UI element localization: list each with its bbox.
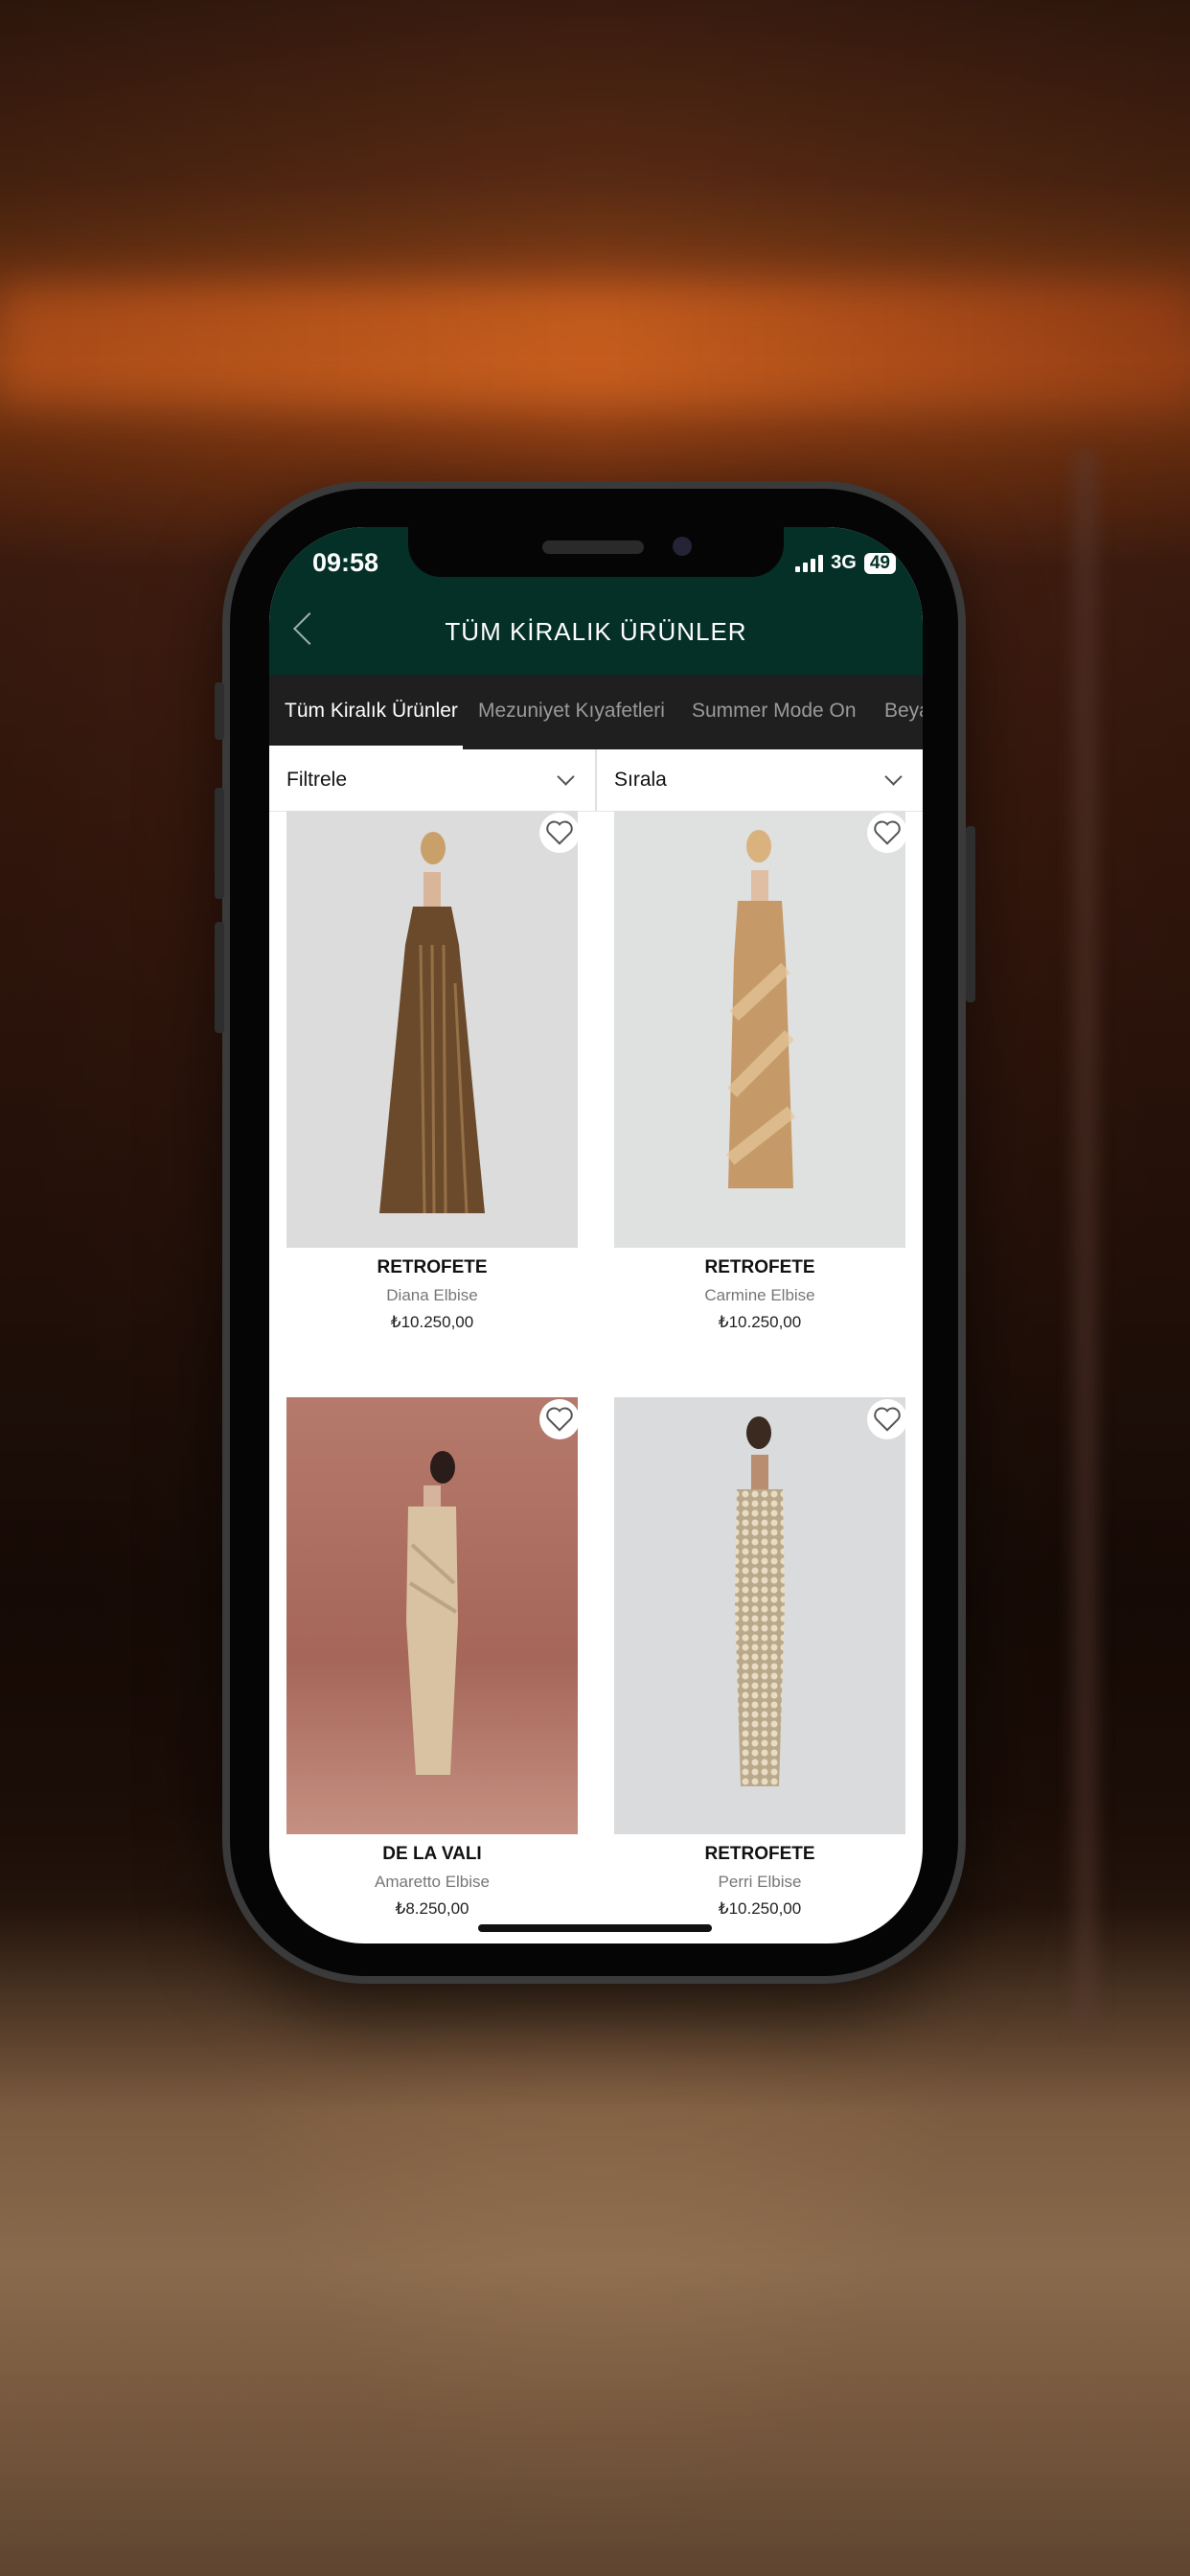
- product-price: ₺10.250,00: [718, 1313, 802, 1331]
- favorite-button[interactable]: [539, 1399, 578, 1439]
- product-card[interactable]: RETROFETE Perri Elbise ₺10.250,00: [614, 1397, 905, 1919]
- product-price: ₺10.250,00: [718, 1899, 802, 1918]
- product-image[interactable]: [614, 811, 905, 1248]
- page-title: TÜM KİRALIK ÜRÜNLER: [445, 617, 747, 646]
- product-image[interactable]: [286, 1397, 578, 1834]
- phone-volume-down: [215, 922, 224, 1033]
- favorite-button[interactable]: [867, 813, 905, 853]
- product-image[interactable]: [614, 1397, 905, 1834]
- notch: [408, 527, 784, 577]
- sort-label: Sırala: [614, 769, 667, 791]
- product-name: Diana Elbise: [386, 1286, 478, 1304]
- background-plank-line: [1073, 450, 1098, 2032]
- product-brand: DE LA VALI: [382, 1844, 482, 1864]
- heart-outline-icon: [874, 1407, 901, 1432]
- heart-outline-icon: [546, 1407, 573, 1432]
- product-brand: RETROFETE: [377, 1257, 488, 1277]
- product-card[interactable]: RETROFETE Carmine Elbise ₺10.250,00: [614, 811, 905, 1332]
- product-card[interactable]: DE LA VALI Amaretto Elbise ₺8.250,00: [286, 1397, 578, 1919]
- product-name: Perri Elbise: [718, 1873, 802, 1891]
- product-image[interactable]: [286, 811, 578, 1248]
- product-name: Carmine Elbise: [704, 1286, 815, 1304]
- sort-dropdown[interactable]: Sırala: [595, 749, 923, 811]
- filter-dropdown[interactable]: Filtrele: [269, 749, 595, 811]
- filter-sort-bar: Filtrele Sırala: [269, 749, 923, 812]
- phone-mute-switch: [215, 682, 224, 740]
- status-indicators: 3G 49: [795, 552, 896, 574]
- category-tabs: Tüm Kiralık Ürünler Mezuniyet Kıyafetler…: [269, 675, 923, 749]
- heart-outline-icon: [874, 820, 901, 845]
- favorite-button[interactable]: [539, 813, 578, 853]
- favorite-button[interactable]: [867, 1399, 905, 1439]
- product-name: Amaretto Elbise: [375, 1873, 490, 1891]
- signal-icon: [795, 554, 824, 572]
- phone-power-button: [966, 826, 975, 1002]
- product-brand: RETROFETE: [704, 1257, 815, 1277]
- background-wood-stripe: [0, 288, 1190, 402]
- chevron-down-icon: [884, 768, 903, 786]
- home-indicator: [478, 1924, 712, 1932]
- filter-label: Filtrele: [286, 769, 348, 791]
- app-screen: 09:58 3G 49 TÜM KİRALIK ÜRÜNLER Tüm Kira…: [269, 527, 923, 1944]
- status-time: 09:58: [312, 548, 379, 577]
- tab-graduation[interactable]: Mezuniyet Kıyafetleri: [478, 700, 665, 723]
- heart-outline-icon: [546, 820, 573, 845]
- tab-summer-mode[interactable]: Summer Mode On: [692, 700, 857, 723]
- phone-volume-up: [215, 788, 224, 899]
- tab-bridal[interactable]: Beya: [884, 700, 923, 723]
- product-price: ₺10.250,00: [390, 1313, 474, 1331]
- network-type: 3G: [831, 552, 857, 573]
- product-brand: RETROFETE: [704, 1844, 815, 1864]
- product-price: ₺8.250,00: [395, 1899, 469, 1918]
- tab-all-rentals[interactable]: Tüm Kiralık Ürünler: [285, 700, 458, 723]
- product-card[interactable]: RETROFETE Diana Elbise ₺10.250,00: [286, 811, 578, 1332]
- chevron-down-icon: [557, 768, 575, 786]
- battery-icon: 49: [863, 552, 896, 574]
